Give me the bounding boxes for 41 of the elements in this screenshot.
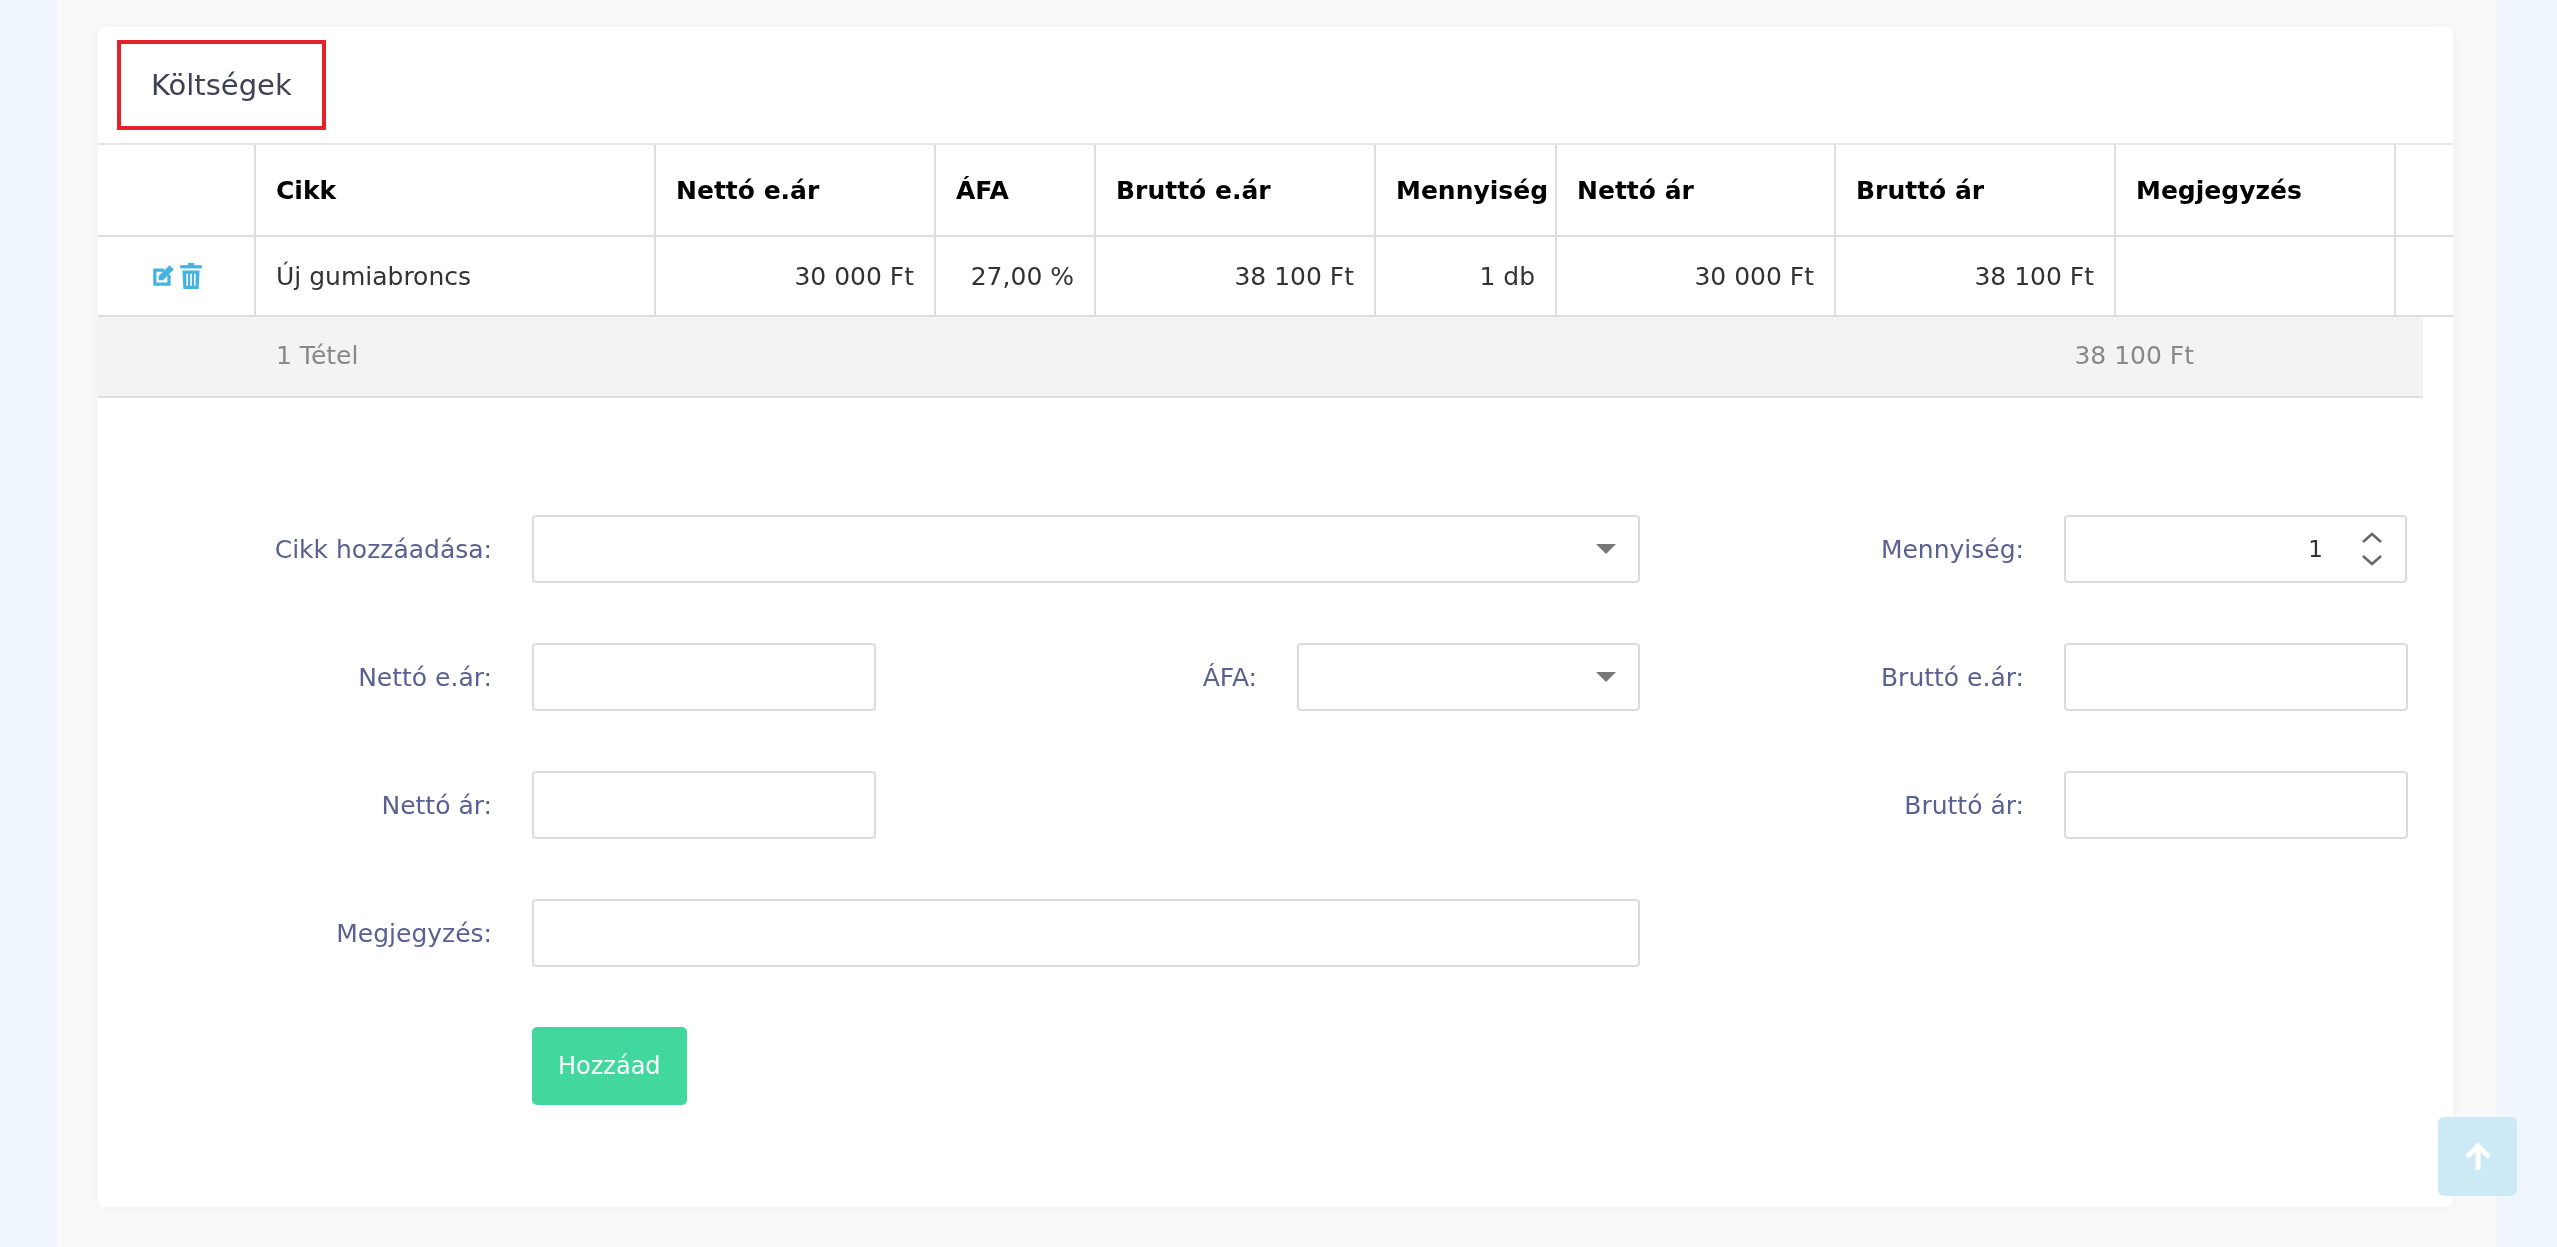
edit-icon[interactable]: [150, 263, 176, 289]
total-amount: 38 100 Ft: [2074, 341, 2194, 370]
caret-icon: [1596, 672, 1616, 682]
column-header: Bruttó e.ár: [1096, 145, 1376, 235]
field-label: Bruttó e.ár:: [1880, 662, 2025, 692]
trash-icon[interactable]: [180, 263, 202, 289]
table-cell: 30 000 Ft: [794, 261, 914, 291]
field-label: Cikk hozzáadása:: [274, 534, 493, 564]
table-cell: 38 100 Ft: [1234, 261, 1354, 291]
text-field[interactable]: [532, 643, 876, 711]
number-field[interactable]: 1: [2064, 515, 2407, 583]
table-cell: 27,00 %: [970, 261, 1074, 291]
field-label: ÁFA:: [1202, 662, 1258, 692]
select-field[interactable]: [532, 515, 1640, 583]
column-header: Nettó e.ár: [656, 145, 936, 235]
caret-icon: [1596, 544, 1616, 554]
field-label: Nettó ár:: [381, 790, 493, 820]
column-header: ÁFA: [936, 145, 1096, 235]
column-header: Mennyiség: [1376, 145, 1557, 235]
text-field[interactable]: [532, 771, 876, 839]
table-cell: 1 db: [1479, 261, 1535, 291]
table-cell: Új gumiabroncs: [276, 261, 472, 291]
table-cell: 38 100 Ft: [1974, 261, 2094, 291]
column-header: Nettó ár: [1557, 145, 1836, 235]
field-label: Mennyiség:: [1880, 534, 2025, 564]
column-header: Megjegyzés: [2116, 145, 2396, 235]
column-header: Cikk: [256, 145, 656, 235]
field-label: Bruttó ár:: [1904, 790, 2025, 820]
field-value: 1: [2308, 536, 2323, 562]
scroll-to-top-button[interactable]: [2438, 1117, 2517, 1196]
text-field[interactable]: [2064, 771, 2408, 839]
column-header: Bruttó ár: [1836, 145, 2116, 235]
table-cell: 30 000 Ft: [1694, 261, 1814, 291]
text-field[interactable]: [2064, 643, 2408, 711]
section-title: Költségek: [117, 40, 326, 130]
text-field[interactable]: [532, 899, 1640, 967]
field-label: Megjegyzés:: [336, 918, 493, 948]
select-field[interactable]: [1297, 643, 1640, 711]
spinner-icon[interactable]: [2361, 532, 2383, 566]
item-count: 1 Tétel: [276, 341, 359, 370]
field-label: Nettó e.ár:: [358, 662, 493, 692]
